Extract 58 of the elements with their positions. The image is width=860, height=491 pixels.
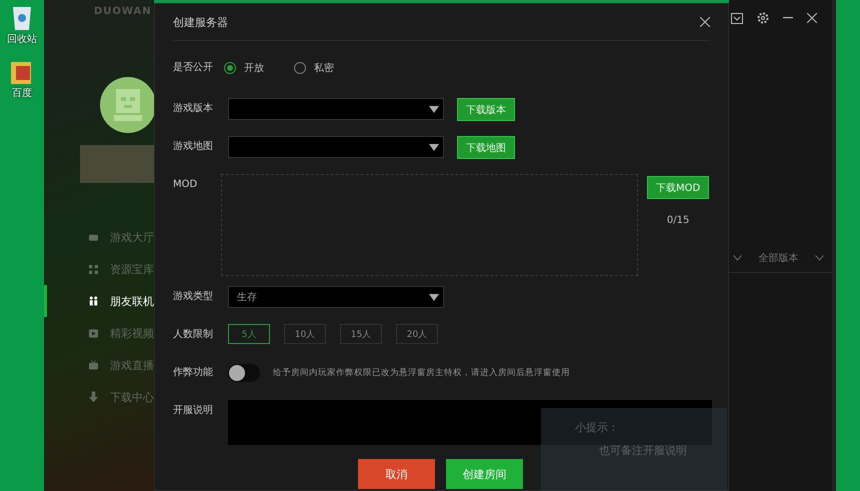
- dropdown-arrow-icon: [429, 144, 439, 150]
- player-limit-option[interactable]: 20人: [396, 324, 438, 344]
- player-limit-option[interactable]: 10人: [284, 324, 326, 344]
- tip-title: 小提示：: [575, 420, 620, 435]
- field-label: 是否公开: [173, 61, 214, 75]
- chevron-down-icon: [815, 255, 824, 261]
- avatar[interactable]: [100, 77, 154, 133]
- player-limit-option[interactable]: 5人: [228, 324, 270, 344]
- toggle-switch[interactable]: [228, 364, 260, 382]
- player-limit-option[interactable]: 15人: [340, 324, 382, 344]
- close-button[interactable]: [700, 17, 710, 27]
- field-label: 开服说明: [173, 404, 214, 418]
- field-label: 人数限制: [173, 328, 214, 342]
- download-button[interactable]: 下载MOD: [647, 176, 710, 199]
- people-icon: [89, 295, 98, 307]
- nav-item[interactable]: 游戏大厅: [44, 221, 154, 253]
- tip-text: 也可备注开服说明: [599, 443, 688, 458]
- dropdown-arrow-icon: [429, 106, 439, 112]
- hint-text: 给予房间内玩家作弊权限已改为悬浮窗房主特权，请进入房间后悬浮窗使用: [273, 366, 570, 380]
- mail-icon[interactable]: [731, 12, 743, 24]
- field-label: 作弊功能: [173, 366, 214, 380]
- mod-count: 0/15: [666, 215, 690, 226]
- play-icon: [89, 328, 98, 338]
- robot-face-icon: [114, 89, 142, 121]
- field-label: 游戏版本: [173, 102, 214, 116]
- description-field[interactable]: [228, 400, 712, 445]
- dropdown-arrow-icon: [429, 294, 439, 300]
- download-button[interactable]: 下载地图: [457, 136, 515, 159]
- dropdown-field[interactable]: 生存: [228, 286, 444, 308]
- grid-icon: [89, 264, 98, 274]
- chevron-down-icon: [733, 255, 742, 261]
- settings-icon[interactable]: [757, 12, 769, 24]
- field-label: MOD: [173, 178, 198, 192]
- download-button[interactable]: 下载版本: [457, 98, 515, 121]
- nav-item[interactable]: 资源宝库: [44, 253, 154, 285]
- dropdown-field[interactable]: [228, 136, 444, 158]
- close-icon[interactable]: [807, 13, 817, 23]
- desktop-icon-label[interactable]: 回收站: [7, 32, 37, 46]
- nav-item[interactable]: 游戏直播: [44, 349, 154, 381]
- nav-item[interactable]: 下载中心: [44, 381, 154, 413]
- field-label: 游戏类型: [173, 290, 214, 304]
- create-button[interactable]: 创建房间: [446, 459, 523, 489]
- cancel-button[interactable]: 取消: [358, 459, 435, 489]
- recycle-bin-icon: [11, 4, 33, 30]
- minimize-icon[interactable]: [783, 17, 793, 19]
- download-icon: [89, 391, 98, 403]
- folder-icon: [11, 60, 33, 84]
- version-filter[interactable]: 全部版本: [758, 251, 798, 265]
- tv-icon: [89, 359, 98, 371]
- desktop-icon-label[interactable]: 百度: [12, 86, 32, 100]
- radio-option[interactable]: 私密: [294, 61, 334, 75]
- nav-item[interactable]: 精彩视频: [44, 317, 154, 349]
- dropdown-field[interactable]: [228, 98, 444, 120]
- dialog-title: 创建服务器: [173, 14, 228, 30]
- gamepad-icon: [89, 232, 98, 242]
- field-label: 游戏地图: [173, 140, 214, 154]
- radio-option[interactable]: 开放: [224, 61, 264, 75]
- app-logo: DUOWAN: [94, 6, 153, 17]
